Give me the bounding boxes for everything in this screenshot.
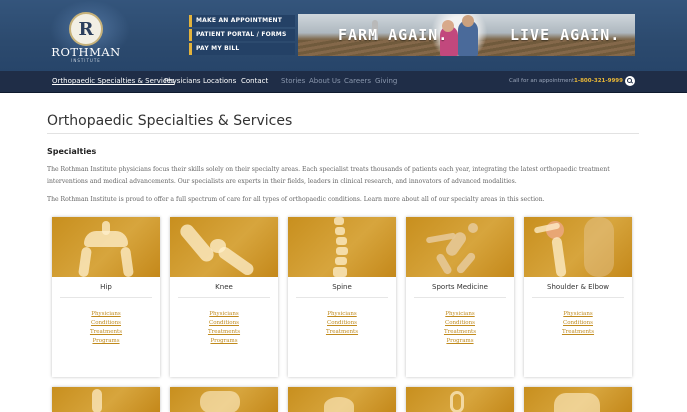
hip-xray-image <box>52 217 160 277</box>
intro-paragraph: The Rothman Institute physicians focus t… <box>47 166 610 185</box>
nav-physicians[interactable]: Physicians <box>164 77 201 85</box>
sports-physicians-link[interactable]: Physicians <box>406 311 514 317</box>
logo-name[interactable]: ROTHMAN <box>46 45 126 59</box>
specialty-card-knee[interactable]: Knee Physicians Conditions Treatments Pr… <box>170 217 278 377</box>
nav-locations[interactable]: Locations <box>203 77 236 85</box>
appointment-phone[interactable]: 1-800-321-9999 <box>574 78 623 84</box>
specialty-card-row2-2[interactable] <box>170 387 278 412</box>
sports-treatments-link[interactable]: Treatments <box>406 329 514 335</box>
shoulder-treatments-link[interactable]: Treatments <box>524 329 632 335</box>
spine-conditions-link[interactable]: Conditions <box>288 320 396 326</box>
card-title-sports-medicine[interactable]: Sports Medicine <box>406 283 514 291</box>
knee-xray-image <box>170 217 278 277</box>
nav-specialties[interactable]: Orthopaedic Specialties & Services <box>52 77 175 85</box>
patient-portal-button[interactable]: PATIENT PORTAL / FORMS <box>189 29 295 41</box>
spine-treatments-link[interactable]: Treatments <box>288 329 396 335</box>
make-appointment-button[interactable]: MAKE AN APPOINTMENT <box>189 15 295 27</box>
knee-treatments-link[interactable]: Treatments <box>170 329 278 335</box>
card-title-hip[interactable]: Hip <box>52 283 160 291</box>
logo-emblem[interactable]: R <box>69 12 103 46</box>
banner-text-left: FARM AGAIN. <box>338 26 449 44</box>
specialty-card-row2-3[interactable] <box>288 387 396 412</box>
hip-programs-link[interactable]: Programs <box>52 338 160 344</box>
section-title: Specialties <box>47 147 97 156</box>
sports-programs-link[interactable]: Programs <box>406 338 514 344</box>
promo-banner[interactable]: FARM AGAIN. LIVE AGAIN. <box>298 14 635 56</box>
spectrum-paragraph: The Rothman Institute is proud to offer … <box>47 196 545 203</box>
title-divider <box>47 133 639 134</box>
banner-head-man <box>462 15 474 27</box>
card-divider <box>532 297 624 298</box>
shoulder-conditions-link[interactable]: Conditions <box>524 320 632 326</box>
specialty-card-row2-1[interactable] <box>52 387 160 412</box>
shoulder-physicians-link[interactable]: Physicians <box>524 311 632 317</box>
knee-programs-link[interactable]: Programs <box>170 338 278 344</box>
spine-physicians-link[interactable]: Physicians <box>288 311 396 317</box>
logo-subtitle: INSTITUTE <box>71 58 101 63</box>
hip-physicians-link[interactable]: Physicians <box>52 311 160 317</box>
specialty-card-hip[interactable]: Hip Physicians Conditions Treatments Pro… <box>52 217 160 377</box>
page-title: Orthopaedic Specialties & Services <box>47 113 293 129</box>
specialty-card-row2-4[interactable] <box>406 387 514 412</box>
spine-xray-image <box>288 217 396 277</box>
specialty-card-spine[interactable]: Spine Physicians Conditions Treatments <box>288 217 396 377</box>
card-title-spine[interactable]: Spine <box>288 283 396 291</box>
shoulder-elbow-image <box>524 217 632 277</box>
sports-medicine-image <box>406 217 514 277</box>
card-title-knee[interactable]: Knee <box>170 283 278 291</box>
card-divider <box>296 297 388 298</box>
pay-bill-button[interactable]: PAY MY BILL <box>189 43 295 55</box>
specialty-card-sports-medicine[interactable]: Sports Medicine Physicians Conditions Tr… <box>406 217 514 377</box>
appointment-label: Call for an appointment <box>509 78 575 84</box>
knee-conditions-link[interactable]: Conditions <box>170 320 278 326</box>
sports-conditions-link[interactable]: Conditions <box>406 320 514 326</box>
nav-careers[interactable]: Careers <box>344 77 371 85</box>
banner-text-right: LIVE AGAIN. <box>510 26 621 44</box>
hip-treatments-link[interactable]: Treatments <box>52 329 160 335</box>
specialty-card-shoulder-elbow[interactable]: Shoulder & Elbow Physicians Conditions T… <box>524 217 632 377</box>
search-icon[interactable] <box>625 76 635 86</box>
nav-stories[interactable]: Stories <box>281 77 305 85</box>
specialty-card-row2-5[interactable] <box>524 387 632 412</box>
card-divider <box>60 297 152 298</box>
nav-contact[interactable]: Contact <box>241 77 268 85</box>
hip-conditions-link[interactable]: Conditions <box>52 320 160 326</box>
card-divider <box>414 297 506 298</box>
knee-physicians-link[interactable]: Physicians <box>170 311 278 317</box>
card-divider <box>178 297 270 298</box>
nav-about-us[interactable]: About Us <box>309 77 341 85</box>
nav-giving[interactable]: Giving <box>375 77 397 85</box>
card-title-shoulder-elbow[interactable]: Shoulder & Elbow <box>524 283 632 291</box>
site-header: R ROTHMAN INSTITUTE MAKE AN APPOINTMENT … <box>0 0 687 71</box>
